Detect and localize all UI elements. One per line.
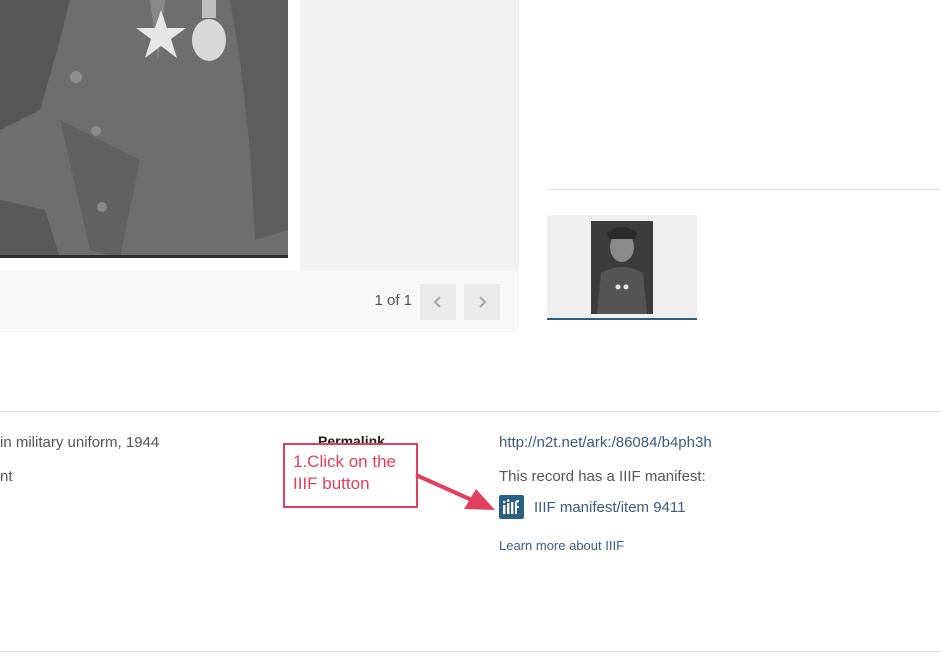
callout-arrow-icon	[415, 473, 495, 510]
previous-page-button[interactable]	[420, 284, 456, 320]
metadata-value: nt	[0, 468, 13, 485]
chevron-right-icon	[479, 296, 487, 308]
callout-line-1: 1.Click on the	[293, 452, 396, 471]
next-page-button[interactable]	[464, 284, 500, 320]
instruction-callout: 1.Click on the IIIF button	[283, 443, 418, 508]
iiif-logo-icon[interactable]	[499, 495, 524, 519]
divider	[546, 189, 940, 190]
page-count: 1 of 1	[374, 292, 412, 309]
iiif-note: This record has a IIIF manifest:	[499, 468, 706, 485]
divider	[0, 651, 940, 652]
description-text: in military uniform, 1944	[0, 434, 160, 451]
viewer-canvas[interactable]	[0, 0, 519, 271]
iiif-manifest-link[interactable]: IIIF manifest/item 9411	[534, 499, 685, 516]
permalink-link[interactable]: http://n2t.net/ark:/86084/b4ph3h	[499, 434, 712, 451]
thumbnail-image	[591, 221, 653, 314]
divider	[0, 411, 940, 412]
thumbnail-selected[interactable]	[547, 215, 697, 320]
learn-more-iiif-link[interactable]: Learn more about IIIF	[499, 538, 624, 553]
chevron-left-icon	[433, 296, 441, 308]
iiif-manifest-row[interactable]: IIIF manifest/item 9411	[499, 495, 685, 519]
callout-line-2: IIIF button	[293, 474, 370, 493]
image-viewer: 1 of 1	[0, 0, 519, 332]
soldier-photo	[0, 0, 300, 271]
